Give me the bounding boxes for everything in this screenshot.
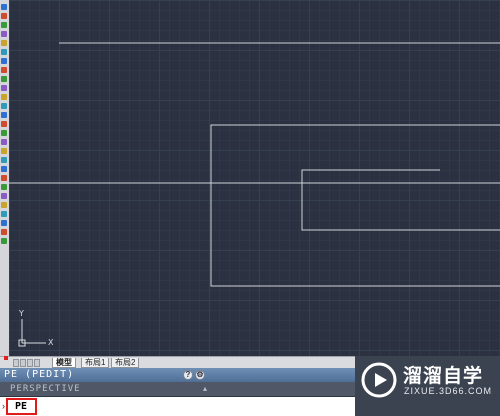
tab-layout2[interactable]: 布局2 [111, 358, 140, 368]
command-window: PE (PEDIT) ? ⚙ PERSPECTIVE ▴ › PE [0, 368, 355, 416]
toolbar-tool-icon[interactable] [1, 112, 7, 118]
toolbar-tool-icon[interactable] [1, 184, 7, 190]
command-prompt-text: PERSPECTIVE [10, 384, 81, 394]
tab-prev-button[interactable] [20, 359, 26, 367]
input-highlight-box [6, 398, 37, 415]
toolbar-tool-icon[interactable] [1, 238, 7, 244]
toolbar-tool-icon[interactable] [1, 175, 7, 181]
tab-next-button[interactable] [27, 359, 33, 367]
toolbar-tool-icon[interactable] [1, 67, 7, 73]
watermark-url: ZIXUE.3D66.COM [404, 386, 493, 396]
tab-model[interactable]: 模型 [52, 358, 76, 368]
toolbar-tool-icon[interactable] [1, 157, 7, 163]
toolbar-tool-icon[interactable] [1, 139, 7, 145]
command-window-header: PE (PEDIT) ? ⚙ [0, 368, 355, 382]
tab-last-button[interactable] [34, 359, 40, 367]
toolbar-tool-icon[interactable] [1, 166, 7, 172]
command-caret-icon: › [2, 401, 5, 411]
watermark: 溜溜自学 ZIXUE.3D66.COM [355, 356, 500, 416]
toolbar-tool-icon[interactable] [1, 4, 7, 10]
ucs-y-label: Y [19, 309, 24, 318]
question-icon[interactable]: ? [183, 370, 193, 380]
toolbar-tool-icon[interactable] [1, 31, 7, 37]
toolbar-tool-icon[interactable] [1, 121, 7, 127]
command-prompt-row: PERSPECTIVE ▴ [0, 382, 355, 397]
toolbar-tool-icon[interactable] [1, 148, 7, 154]
toolbar-tool-icon[interactable] [1, 103, 7, 109]
command-input[interactable]: › PE [0, 397, 355, 416]
toolbar-tool-icon[interactable] [1, 58, 7, 64]
play-icon [361, 362, 397, 398]
toolbar-tool-icon[interactable] [1, 76, 7, 82]
toolbar-tool-icon[interactable] [1, 229, 7, 235]
chevron-up-icon[interactable]: ▴ [203, 382, 207, 396]
toolbar-tool-icon[interactable] [1, 85, 7, 91]
toolbar-tool-icon[interactable] [1, 22, 7, 28]
red-marker [4, 356, 8, 360]
outer-rectangle[interactable] [210, 124, 500, 287]
drawing-svg [9, 42, 500, 287]
toolbar-tool-icon[interactable] [1, 49, 7, 55]
toolbar-tool-icon[interactable] [1, 13, 7, 19]
inner-open-polyline[interactable] [301, 169, 500, 231]
toolbar-tool-icon[interactable] [1, 94, 7, 100]
gear-icon[interactable]: ⚙ [195, 370, 205, 380]
toolbar-tool-icon[interactable] [1, 130, 7, 136]
ucs-x-label: X [48, 338, 54, 347]
command-title: PE (PEDIT) [4, 369, 75, 380]
watermark-name: 溜溜自学 [403, 365, 484, 387]
tab-first-button[interactable] [13, 359, 19, 367]
toolbar-tool-icon[interactable] [1, 202, 7, 208]
toolbar-tool-icon[interactable] [1, 211, 7, 217]
toolbar-tool-icon[interactable] [1, 40, 7, 46]
toolbar-tool-icon[interactable] [1, 220, 7, 226]
toolbar-tool-icon[interactable] [1, 193, 7, 199]
ucs-icon: Y X [14, 309, 54, 353]
drawing-canvas[interactable] [9, 0, 500, 356]
tab-layout1[interactable]: 布局1 [81, 358, 110, 368]
